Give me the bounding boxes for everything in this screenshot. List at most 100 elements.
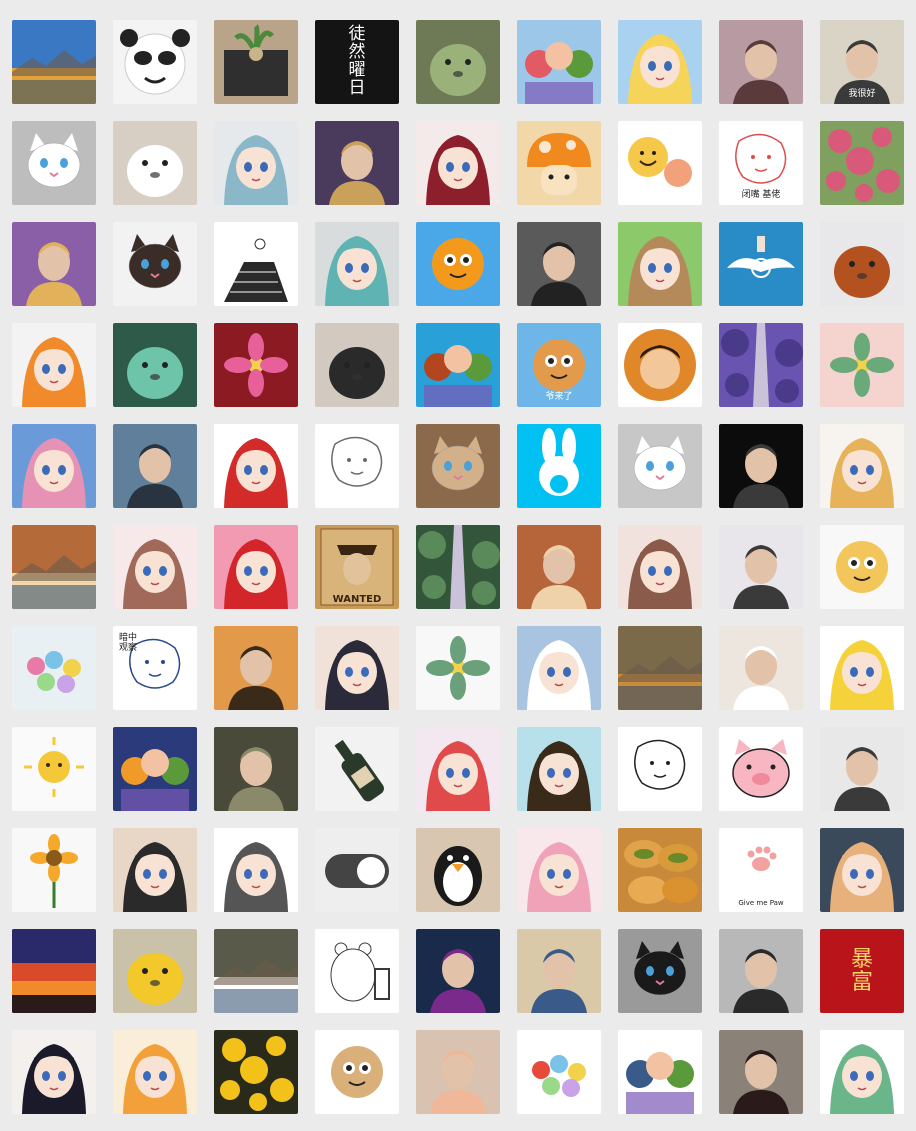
winged-compass-avatar[interactable]	[719, 222, 803, 306]
old-man-cloud-avatar[interactable]: 爷来了	[517, 323, 601, 407]
red-hair-idol-avatar[interactable]	[416, 727, 500, 811]
white-hair-anime-girl-avatar[interactable]	[214, 121, 298, 205]
miku-sketch-avatar[interactable]	[315, 222, 399, 306]
masked-hero-avatar[interactable]	[416, 929, 500, 1013]
molotov-bottle-avatar[interactable]	[315, 727, 399, 811]
potted-plant-table-avatar[interactable]	[214, 20, 298, 104]
historical-general-avatar[interactable]	[315, 121, 399, 205]
orange-mushroom-avatar[interactable]	[517, 121, 601, 205]
cartoon-eggs-avatar[interactable]	[618, 121, 702, 205]
flower-sketch-avatar[interactable]	[416, 626, 500, 710]
bear-ear-girl-avatar[interactable]	[618, 525, 702, 609]
sunhat-girl-avatar[interactable]	[820, 424, 904, 508]
orange-mascot-avatar[interactable]	[416, 222, 500, 306]
fluffy-dog-bow-avatar[interactable]	[315, 323, 399, 407]
pink-blossom-tree-avatar[interactable]	[820, 121, 904, 205]
pink-hair-red-boots-avatar[interactable]	[214, 424, 298, 508]
sherlock-silhouette-avatar[interactable]	[517, 222, 601, 306]
soldier-avatar[interactable]	[214, 727, 298, 811]
orange-sky-jump-avatar[interactable]	[416, 323, 500, 407]
green-frog-plush-avatar[interactable]	[416, 20, 500, 104]
pixel-cat-avatar[interactable]	[12, 121, 96, 205]
monochrome-sketch-avatar[interactable]	[315, 424, 399, 508]
autumn-town-avatar[interactable]	[12, 525, 96, 609]
prayer-man-avatar[interactable]	[517, 525, 601, 609]
cat-girl-sketch-avatar[interactable]	[113, 525, 197, 609]
cat-paw-avatar[interactable]: Give me Paw	[719, 828, 803, 912]
candy-jar-avatar[interactable]	[12, 626, 96, 710]
lamb-daffodils-avatar[interactable]	[113, 929, 197, 1013]
avatar-image	[22, 1044, 86, 1114]
green-kimono-chibi-avatar[interactable]	[820, 1030, 904, 1114]
white-rabbit-logo-avatar[interactable]	[517, 424, 601, 508]
white-hair-boy-avatar[interactable]	[517, 626, 601, 710]
panda-meme-avatar[interactable]	[113, 20, 197, 104]
pink-hair-hat-girl-avatar[interactable]	[12, 424, 96, 508]
seaside-man-avatar[interactable]	[113, 424, 197, 508]
lace-dress-girl-avatar[interactable]	[719, 626, 803, 710]
green-blob-creature-avatar[interactable]	[113, 323, 197, 407]
round-boy-emblem-avatar[interactable]	[618, 323, 702, 407]
sun-doodle-avatar[interactable]	[12, 727, 96, 811]
black-calligraphy-avatar[interactable]: 徒 然 曜 日	[315, 20, 399, 104]
wanted-poster-avatar[interactable]: WANTED	[315, 525, 399, 609]
penguin-plush-avatar[interactable]	[416, 828, 500, 912]
red-fortune-avatar[interactable]: 暴 富	[820, 929, 904, 1013]
white-pomeranian-avatar[interactable]	[113, 121, 197, 205]
sheep-cartoon-avatar[interactable]	[820, 525, 904, 609]
yellow-flowers-avatar[interactable]	[214, 1030, 298, 1114]
dark-hair-profile-avatar[interactable]	[820, 727, 904, 811]
red-squirrel-avatar[interactable]	[820, 222, 904, 306]
street-painting-avatar[interactable]	[618, 626, 702, 710]
white-sneakers-avatar[interactable]	[214, 929, 298, 1013]
pink-lily-bouquet-avatar[interactable]	[214, 323, 298, 407]
sunset-sky-avatar[interactable]	[12, 929, 96, 1013]
girl-with-flower-avatar[interactable]	[719, 20, 803, 104]
long-hair-drawn-girl-avatar[interactable]	[12, 1030, 96, 1114]
green-foliage-avatar[interactable]	[416, 525, 500, 609]
orange-hair-anime-avatar[interactable]	[12, 323, 96, 407]
sunflower-avatar[interactable]	[12, 828, 96, 912]
braided-girl-avatar[interactable]	[517, 727, 601, 811]
long-hair-girl-avatar[interactable]	[719, 525, 803, 609]
baby-bath-avatar[interactable]	[416, 1030, 500, 1114]
sailor-moon-avatar[interactable]	[618, 20, 702, 104]
toggle-switch-avatar[interactable]	[315, 828, 399, 912]
food-doodles-avatar[interactable]	[517, 1030, 601, 1114]
black-hair-anime-girl-avatar[interactable]	[315, 626, 399, 710]
purple-forest-road-avatar[interactable]	[719, 323, 803, 407]
glasses-girl-sketch-avatar[interactable]	[113, 828, 197, 912]
red-anime-girl-avatar[interactable]	[416, 121, 500, 205]
polar-bear-chair-avatar[interactable]	[315, 929, 399, 1013]
gray-cat-avatar[interactable]	[618, 424, 702, 508]
old-portrait-meme-avatar[interactable]: 我很好	[820, 20, 904, 104]
astronaut-girl-avatar[interactable]	[820, 828, 904, 912]
bunny-gamer-avatar[interactable]	[315, 1030, 399, 1114]
cartoon-kids-avatar[interactable]	[517, 20, 601, 104]
siamese-cat-avatar[interactable]	[113, 222, 197, 306]
blue-sky-lake-avatar[interactable]	[12, 20, 96, 104]
street-girl-avatar[interactable]	[719, 1030, 803, 1114]
grid-girl-avatar[interactable]	[113, 1030, 197, 1114]
sketch-stairs-avatar[interactable]	[214, 222, 298, 306]
masked-boy-avatar[interactable]	[820, 626, 904, 710]
doodle-girl-meme-avatar[interactable]: 闭嘴 基佬	[719, 121, 803, 205]
pink-pig-avatar[interactable]	[719, 727, 803, 811]
tattooed-man-avatar[interactable]	[517, 929, 601, 1013]
city-walk-avatar[interactable]	[214, 626, 298, 710]
kitten-paw-avatar[interactable]	[416, 424, 500, 508]
bread-buns-avatar[interactable]	[618, 828, 702, 912]
dark-silhouette-avatar[interactable]	[719, 424, 803, 508]
sleeping-cat-avatar[interactable]	[618, 929, 702, 1013]
line-art-avatar[interactable]	[618, 727, 702, 811]
cat-ear-sketch-avatar[interactable]	[214, 828, 298, 912]
armored-hero-avatar[interactable]	[113, 727, 197, 811]
family-photo-meme-avatar[interactable]	[618, 1030, 702, 1114]
mirror-selfie-avatar[interactable]	[719, 929, 803, 1013]
pink-hair-chibi-avatar[interactable]	[517, 828, 601, 912]
pink-watercolor-avatar[interactable]	[820, 323, 904, 407]
laughing-buddha-avatar[interactable]	[12, 222, 96, 306]
brown-hair-chibi-avatar[interactable]	[618, 222, 702, 306]
ariel-avatar[interactable]	[214, 525, 298, 609]
peeking-man-meme-avatar[interactable]: 暗中 观察	[113, 626, 197, 710]
